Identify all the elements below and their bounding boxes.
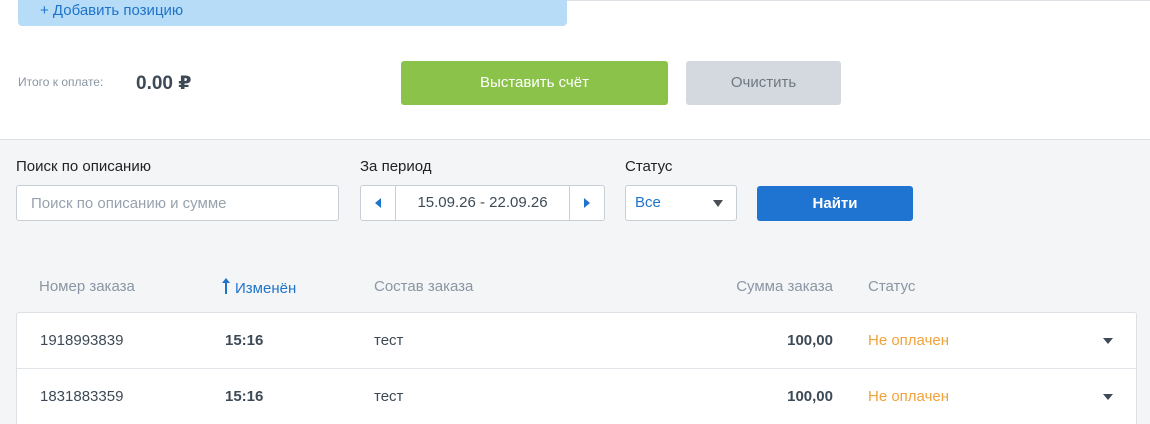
order-time: 15:16: [225, 332, 264, 349]
order-sum: 100,00: [787, 388, 833, 405]
period-label: За период: [360, 158, 432, 175]
order-sum: 100,00: [787, 332, 833, 349]
header-changed[interactable]: Изменён: [222, 278, 296, 297]
add-position-button[interactable]: + Добавить позицию: [18, 0, 567, 26]
order-status: Не оплачен: [868, 388, 950, 405]
total-value: 0.00 ₽: [136, 73, 192, 94]
period-next-button[interactable]: [569, 186, 604, 220]
table-row[interactable]: 1918993839 15:16 тест 100,00 Не оплачен: [17, 313, 1136, 369]
status-select-value: Все: [635, 194, 661, 211]
header-composition[interactable]: Состав заказа: [374, 278, 473, 295]
issue-invoice-button[interactable]: Выставить счёт: [401, 61, 668, 105]
table-row[interactable]: 1831883359 15:16 тест 100,00 Не оплачен: [17, 369, 1136, 424]
period-picker: 15.09.26 - 22.09.26: [360, 185, 605, 221]
header-status[interactable]: Статус: [868, 278, 915, 295]
header-sum[interactable]: Сумма заказа: [736, 278, 833, 295]
header-order-number[interactable]: Номер заказа: [39, 278, 135, 295]
chevron-down-icon: [713, 200, 723, 207]
total-label: Итого к оплате:: [18, 75, 104, 89]
expand-caret-icon[interactable]: [1103, 394, 1113, 400]
status-select[interactable]: Все: [625, 185, 737, 221]
order-form-panel: + Добавить позицию Итого к оплате: 0.00 …: [0, 0, 1150, 140]
expand-caret-icon[interactable]: [1103, 338, 1113, 344]
order-status: Не оплачен: [868, 332, 950, 349]
search-label: Поиск по описанию: [16, 158, 151, 175]
clear-button[interactable]: Очистить: [686, 61, 841, 105]
search-input[interactable]: [16, 185, 339, 221]
period-dates[interactable]: 15.09.26 - 22.09.26: [396, 186, 569, 220]
period-prev-button[interactable]: [361, 186, 396, 220]
orders-table: 1918993839 15:16 тест 100,00 Не оплачен …: [16, 312, 1137, 424]
order-composition: тест: [374, 332, 404, 349]
status-label: Статус: [625, 158, 673, 175]
arrow-up-icon: [222, 278, 230, 294]
header-changed-label: Изменён: [235, 280, 297, 297]
divider: [566, 0, 1150, 1]
order-composition: тест: [374, 388, 404, 405]
order-time: 15:16: [225, 388, 264, 405]
chevron-left-icon: [375, 198, 381, 208]
order-number: 1831883359: [40, 388, 124, 405]
chevron-right-icon: [584, 198, 590, 208]
find-button[interactable]: Найти: [757, 186, 913, 221]
order-number: 1918993839: [40, 332, 124, 349]
